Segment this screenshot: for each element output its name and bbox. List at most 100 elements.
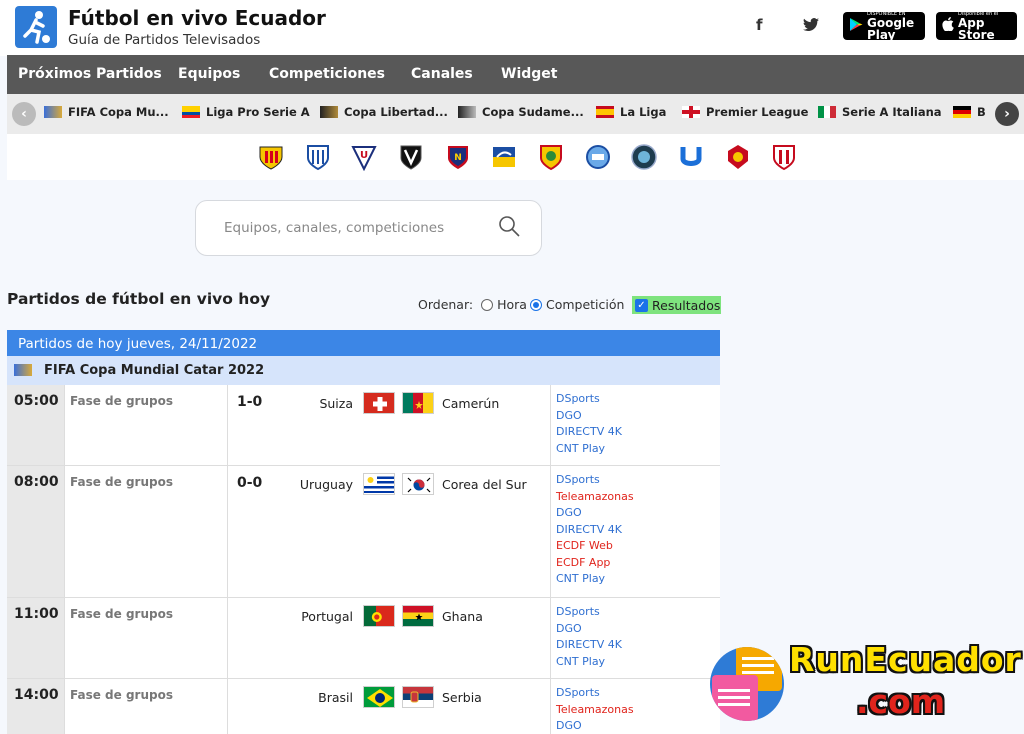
delfin-badge-icon[interactable] — [490, 143, 518, 171]
ldu-quito-badge-icon[interactable]: U — [350, 143, 378, 171]
twitter-icon[interactable] — [803, 18, 819, 36]
teams-strip: U N — [7, 134, 1024, 180]
home-team[interactable]: Suiza — [319, 396, 353, 411]
results-toggle[interactable]: ✓ Resultados — [632, 296, 721, 314]
competition-item[interactable]: Copa Libertad... — [320, 105, 448, 119]
independiente-del-valle-badge-icon[interactable] — [397, 143, 425, 171]
competition-item[interactable]: Liga Pro Serie A — [182, 105, 310, 119]
column-divider — [227, 385, 228, 465]
google-play-badge[interactable]: DISPONIBLE EN Google Play — [843, 11, 925, 41]
away-team[interactable]: Ghana — [442, 609, 483, 624]
match-row[interactable]: 08:00 Fase de grupos 0-0 Uruguay Corea d… — [7, 466, 720, 598]
channel-link[interactable]: DSports — [556, 391, 622, 408]
ecuador-flag-icon — [182, 106, 200, 118]
channel-link[interactable]: DSports — [556, 604, 622, 621]
channel-link[interactable]: CNT Play — [556, 441, 622, 458]
aucas-badge-icon[interactable] — [537, 143, 565, 171]
search-input[interactable] — [224, 220, 484, 236]
site-logo[interactable] — [15, 6, 57, 48]
nav-item-competiciones[interactable]: Competiciones — [269, 66, 385, 82]
home-team[interactable]: Uruguay — [300, 477, 353, 492]
app-store-badge[interactable]: Disponible en el App Store — [936, 11, 1017, 41]
deportivo-cuenca-badge-icon[interactable] — [724, 143, 752, 171]
competition-item[interactable]: FIFA Copa Mu... — [44, 105, 169, 119]
match-row[interactable]: 05:00 Fase de grupos 1-0 Suiza Camerún D… — [7, 385, 720, 466]
guayaquil-city-badge-icon[interactable] — [630, 143, 658, 171]
svg-text:U: U — [360, 150, 368, 161]
serbia-flag-icon — [402, 686, 434, 708]
channel-link[interactable]: DIRECTV 4K — [556, 637, 622, 654]
channel-link[interactable]: DSports — [556, 685, 634, 702]
sudamericana-icon — [458, 106, 476, 118]
column-divider — [227, 466, 228, 597]
site-header: Fútbol en vivo Ecuador Guía de Partidos … — [0, 0, 1024, 56]
nav-item-canales[interactable]: Canales — [411, 66, 473, 82]
el-nacional-badge-icon[interactable]: N — [444, 143, 472, 171]
uruguay-flag-icon — [363, 473, 395, 495]
competition-item[interactable]: B — [953, 105, 986, 119]
nav-item-proximos-partidos[interactable]: Próximos Partidos — [18, 66, 162, 82]
chevron-left-icon[interactable]: ‹ — [12, 102, 36, 126]
nav-item-equipos[interactable]: Equipos — [178, 66, 240, 82]
column-divider — [550, 385, 551, 465]
competition-item[interactable]: La Liga — [596, 105, 666, 119]
home-team[interactable]: Portugal — [301, 609, 353, 624]
competition-label: Copa Libertad... — [344, 105, 448, 119]
search-icon[interactable] — [498, 215, 520, 237]
barcelona-sc-badge-icon[interactable] — [257, 143, 285, 171]
macara-badge-icon[interactable] — [584, 143, 612, 171]
channel-list: DSports DGO DIRECTV 4K CNT Play — [556, 391, 622, 457]
match-time: 05:00 — [7, 385, 64, 465]
portugal-flag-icon — [363, 605, 395, 627]
channel-link[interactable]: DSports — [556, 472, 634, 489]
competition-label: Copa Sudame... — [482, 105, 584, 119]
column-divider — [64, 466, 65, 597]
channel-link[interactable]: DGO — [556, 408, 622, 425]
page-title: Partidos de fútbol en vivo hoy — [7, 290, 271, 308]
column-divider — [227, 598, 228, 678]
away-team[interactable]: Camerún — [442, 396, 499, 411]
chevron-right-icon[interactable]: › — [995, 102, 1019, 126]
channel-link[interactable]: ECDF App — [556, 555, 634, 572]
libertadores-icon — [320, 106, 338, 118]
match-row[interactable]: 11:00 Fase de grupos Portugal Ghana DSpo… — [7, 598, 720, 679]
channel-link[interactable]: DGO — [556, 621, 622, 638]
match-time: 08:00 — [7, 466, 64, 597]
competition-item[interactable]: Premier League — [682, 105, 808, 119]
results-checkbox[interactable]: ✓ — [635, 298, 648, 312]
channel-link[interactable]: DIRECTV 4K — [556, 522, 634, 539]
england-flag-icon — [682, 106, 700, 118]
channel-link[interactable]: Teleamazonas — [556, 489, 634, 506]
watermark-text: RunEcuador — [789, 640, 1022, 679]
competition-item[interactable]: Serie A Italiana — [818, 105, 942, 119]
channel-link[interactable]: DGO — [556, 718, 634, 734]
channel-link[interactable]: Teleamazonas — [556, 702, 634, 719]
away-team[interactable]: Serbia — [442, 690, 482, 705]
channel-link[interactable]: DIRECTV 4K — [556, 424, 622, 441]
nav-item-widget[interactable]: Widget — [501, 66, 557, 82]
away-team[interactable]: Corea del Sur — [442, 477, 527, 492]
channel-list: DSports Teleamazonas DGO — [556, 685, 634, 734]
competition-item[interactable]: Copa Sudame... — [458, 105, 584, 119]
channel-link[interactable]: ECDF Web — [556, 538, 634, 555]
channel-link[interactable]: CNT Play — [556, 571, 634, 588]
competition-header-row[interactable]: FIFA Copa Mundial Catar 2022 — [7, 356, 720, 385]
competition-label: B — [977, 105, 986, 119]
channel-link[interactable]: CNT Play — [556, 654, 622, 671]
universidad-catolica-badge-icon[interactable] — [677, 143, 705, 171]
tecnico-universitario-badge-icon[interactable] — [770, 143, 798, 171]
facebook-icon[interactable]: f — [756, 16, 763, 34]
site-title[interactable]: Fútbol en vivo Ecuador — [68, 6, 326, 30]
home-team[interactable]: Brasil — [318, 690, 353, 705]
world-cup-icon — [44, 106, 62, 118]
match-score: 1-0 — [237, 394, 263, 410]
sort-competition-label[interactable]: Competición — [546, 297, 624, 312]
competition-label: Premier League — [706, 105, 809, 119]
sort-hour-label[interactable]: Hora — [497, 297, 527, 312]
emelec-badge-icon[interactable] — [304, 143, 332, 171]
sort-hour-radio[interactable] — [481, 298, 494, 311]
match-row[interactable]: 14:00 Fase de grupos Brasil Serbia DSpor… — [7, 679, 720, 734]
sort-competition-radio[interactable] — [529, 298, 542, 311]
channel-link[interactable]: DGO — [556, 505, 634, 522]
competition-name: FIFA Copa Mundial Catar 2022 — [44, 363, 265, 378]
